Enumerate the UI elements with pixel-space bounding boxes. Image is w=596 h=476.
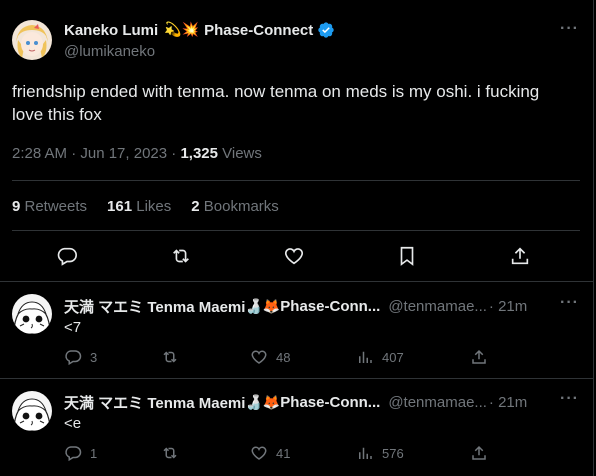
share-icon <box>472 445 486 460</box>
divider <box>12 180 580 181</box>
reply-author-handle[interactable]: @tenmamae... <box>388 394 487 411</box>
like-icon <box>251 350 267 364</box>
reply-reply-button[interactable]: 1 <box>64 444 97 462</box>
views-count: 1,325 <box>180 145 218 162</box>
reply-actions: 1 41 576 <box>64 444 584 466</box>
reply-author-emojis: 🍶🦊 <box>245 298 281 315</box>
author-avatar[interactable] <box>12 20 52 60</box>
reply-author-name-suffix[interactable]: Phase-Conn... <box>280 298 380 315</box>
reply-author-handle[interactable]: @tenmamae... <box>388 298 487 315</box>
like-icon <box>251 446 267 460</box>
like-icon[interactable] <box>283 245 305 267</box>
author-emojis: 💫💥 <box>164 22 200 38</box>
like-count: 41 <box>276 445 291 461</box>
reply-count: 1 <box>90 445 98 461</box>
retweet-icon <box>163 447 177 459</box>
bookmarks-stat[interactable]: 2 Bookmarks <box>191 198 279 215</box>
reply-icon <box>65 350 82 366</box>
retweets-stat[interactable]: 9 Retweets <box>12 198 87 215</box>
like-count: 48 <box>276 349 291 365</box>
reply-icon <box>65 446 82 462</box>
likes-stat[interactable]: 161 Likes <box>107 198 171 215</box>
divider <box>12 230 580 231</box>
reply-like-button[interactable]: 41 <box>250 444 290 462</box>
verified-badge-icon <box>317 21 335 39</box>
share-icon[interactable] <box>509 245 531 267</box>
reply-reply-button[interactable]: 3 <box>64 348 97 366</box>
view-count: 407 <box>382 349 404 365</box>
reply-author-name-suffix[interactable]: Phase-Conn... <box>280 394 380 411</box>
reply-author-avatar[interactable] <box>12 294 52 334</box>
reply-author-name[interactable]: 天満 マエミ Tenma Maemi <box>64 392 245 413</box>
author-display-name: Kaneko Lumi <box>64 21 159 39</box>
more-options-icon[interactable]: ··· <box>560 390 579 408</box>
tweet-meta: 2:28 AM · Jun 17, 2023 · 1,325 Views <box>12 145 262 162</box>
bookmarks-count: 2 <box>191 198 200 215</box>
column-border <box>593 0 594 476</box>
reply-tweet[interactable]: 天満 マエミ Tenma Maemi 🍶🦊 Phase-Conn... @ten… <box>0 282 593 377</box>
tweet-stats: 9 Retweets 161 Likes 2 Bookmarks <box>12 198 279 215</box>
share-icon <box>472 349 486 364</box>
reply-time[interactable]: · 21m <box>489 394 527 411</box>
view-count: 576 <box>382 445 404 461</box>
author-name[interactable]: Kaneko Lumi 💫💥 Phase-Connect <box>64 21 335 39</box>
views-icon <box>359 351 372 363</box>
reply-share-button[interactable] <box>470 444 488 462</box>
reply-count: 3 <box>90 349 98 365</box>
reply-tweet[interactable]: 天満 マエミ Tenma Maemi 🍶🦊 Phase-Conn... @ten… <box>0 378 593 473</box>
reply-author-avatar[interactable] <box>12 391 52 431</box>
reply-icon[interactable] <box>56 245 78 267</box>
reply-header: 天満 マエミ Tenma Maemi 🍶🦊 Phase-Conn... @ten… <box>64 392 527 413</box>
tweet-timestamp[interactable]: 2:28 AM · Jun 17, 2023 · <box>12 145 180 162</box>
reply-views-button[interactable]: 407 <box>356 348 404 366</box>
views-icon <box>359 447 372 459</box>
likes-count: 161 <box>107 198 133 215</box>
bookmarks-label: Bookmarks <box>199 198 279 215</box>
author-handle[interactable]: @lumikaneko <box>64 43 155 60</box>
retweets-label: Retweets <box>20 198 88 215</box>
reply-header: 天満 マエミ Tenma Maemi 🍶🦊 Phase-Conn... @ten… <box>64 296 527 317</box>
reply-retweet-button[interactable] <box>161 348 187 366</box>
reply-text: <e <box>64 415 82 432</box>
reply-like-button[interactable]: 48 <box>250 348 290 366</box>
bookmark-icon[interactable] <box>396 245 418 267</box>
retweet-icon[interactable] <box>170 245 192 267</box>
retweet-icon <box>163 351 177 363</box>
reply-views-button[interactable]: 576 <box>356 444 404 462</box>
author-name-suffix: Phase-Connect <box>204 21 314 39</box>
tweet-text: friendship ended with tenma. now tenma o… <box>12 82 540 124</box>
reply-author-emojis: 🍶🦊 <box>245 394 281 411</box>
reply-share-button[interactable] <box>470 348 488 366</box>
views-label: Views <box>217 145 262 162</box>
reply-actions: 3 48 407 <box>64 348 584 370</box>
reply-retweet-button[interactable] <box>161 444 187 462</box>
likes-label: Likes <box>132 198 172 215</box>
more-options-icon[interactable]: ··· <box>560 20 579 38</box>
main-tweet: Kaneko Lumi 💫💥 Phase-Connect @lumikaneko… <box>0 0 593 281</box>
reply-author-name[interactable]: 天満 マエミ Tenma Maemi <box>64 296 245 317</box>
more-options-icon[interactable]: ··· <box>560 294 579 312</box>
reply-text: <7 <box>64 319 82 336</box>
reply-time[interactable]: · 21m <box>489 298 527 315</box>
